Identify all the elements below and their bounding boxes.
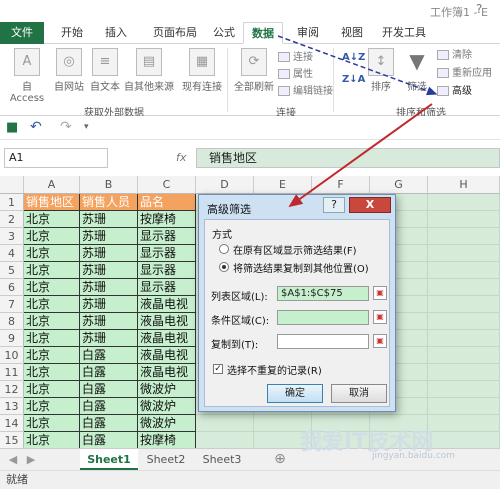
sheet-tab-sheet3[interactable]: Sheet3 [194, 449, 250, 470]
status-bar: 就绪 [0, 470, 500, 489]
prev-sheet-icon[interactable]: ◀ [6, 449, 20, 470]
next-sheet-icon[interactable]: ▶ [24, 449, 38, 470]
sheet-tab-sheet1[interactable]: Sheet1 [80, 449, 138, 470]
watermark-subtext: jingyan.baidu.com [372, 451, 456, 461]
sheet-tab-sheet2[interactable]: Sheet2 [138, 449, 194, 470]
add-sheet-icon[interactable]: ⊕ [270, 449, 290, 470]
red-arrow [288, 103, 433, 208]
blue-arrow [277, 35, 438, 96]
annotation-arrows [277, 35, 438, 208]
